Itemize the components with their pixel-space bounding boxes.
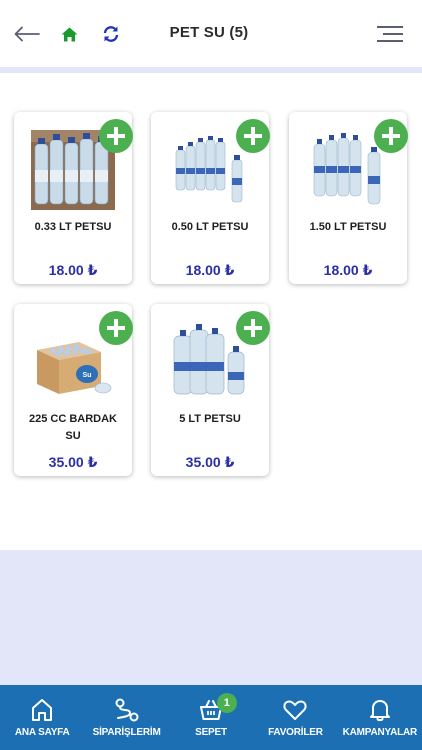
nav-item-favorites[interactable]: FAVORİLER bbox=[253, 685, 337, 750]
product-card[interactable]: 5 LT PETSU 35.00 ₺ bbox=[151, 304, 270, 476]
nav-label: KAMPANYALAR bbox=[342, 727, 418, 738]
product-price: 18.00 ₺ bbox=[48, 262, 98, 278]
app-header: PET SU (5) bbox=[0, 0, 422, 67]
product-name: 225 CC BARDAK SU bbox=[28, 413, 118, 442]
product-name: 5 LT PETSU bbox=[179, 413, 241, 425]
empty-area bbox=[0, 550, 422, 685]
add-to-cart-button[interactable] bbox=[374, 119, 408, 153]
product-name: 0.50 LT PETSU bbox=[171, 221, 249, 233]
plus-icon bbox=[107, 127, 125, 145]
bell-icon bbox=[369, 700, 390, 722]
menu-icon bbox=[377, 26, 403, 42]
product-price: 18.00 ₺ bbox=[323, 262, 373, 278]
nav-label: FAVORİLER bbox=[268, 727, 323, 738]
product-price: 18.00 ₺ bbox=[185, 262, 235, 278]
home-outline-icon bbox=[32, 699, 53, 721]
nav-item-cart[interactable]: 1 SEPET bbox=[169, 685, 253, 750]
product-card[interactable]: 1.50 LT PETSU 18.00 ₺ bbox=[289, 112, 408, 284]
nav-label: ANA SAYFA bbox=[14, 727, 70, 738]
plus-icon bbox=[382, 127, 400, 145]
product-card[interactable]: 0.33 LT PETSU 18.00 ₺ bbox=[14, 112, 133, 284]
plus-icon bbox=[244, 319, 262, 337]
nav-label: SEPET bbox=[195, 727, 227, 738]
cart-count-badge: 1 bbox=[216, 693, 237, 713]
product-price: 35.00 ₺ bbox=[48, 454, 98, 470]
add-to-cart-button[interactable] bbox=[99, 119, 133, 153]
product-card[interactable]: Su 225 CC BARDAK SU 35.00 ₺ bbox=[14, 304, 133, 476]
add-to-cart-button[interactable] bbox=[99, 311, 133, 345]
add-to-cart-button[interactable] bbox=[236, 119, 270, 153]
nav-item-home[interactable]: ANA SAYFA bbox=[0, 685, 84, 750]
product-name: 0.33 LT PETSU bbox=[34, 221, 112, 233]
bottom-nav: ANA SAYFA SİPARİŞLERİM 1 SEPET FAVORİLER… bbox=[0, 685, 422, 750]
heart-icon bbox=[283, 700, 307, 720]
svg-text:Su: Su bbox=[83, 372, 92, 379]
nav-item-orders[interactable]: SİPARİŞLERİM bbox=[84, 685, 168, 750]
add-to-cart-button[interactable] bbox=[236, 311, 270, 345]
product-card[interactable]: 0.50 LT PETSU 18.00 ₺ bbox=[151, 112, 270, 284]
menu-button[interactable] bbox=[376, 20, 404, 48]
page-title: PET SU (5) bbox=[169, 24, 249, 41]
plus-icon bbox=[244, 127, 262, 145]
plus-icon bbox=[107, 319, 125, 337]
nav-item-campaigns[interactable]: KAMPANYALAR bbox=[338, 685, 422, 750]
product-grid: 0.33 LT PETSU 18.00 ₺ 0.50 LT PETSU 18.0… bbox=[0, 73, 422, 550]
product-price: 35.00 ₺ bbox=[185, 454, 235, 470]
product-name: 1.50 LT PETSU bbox=[309, 221, 387, 233]
orders-route-icon bbox=[115, 698, 139, 722]
nav-label: SİPARİŞLERİM bbox=[92, 727, 161, 738]
